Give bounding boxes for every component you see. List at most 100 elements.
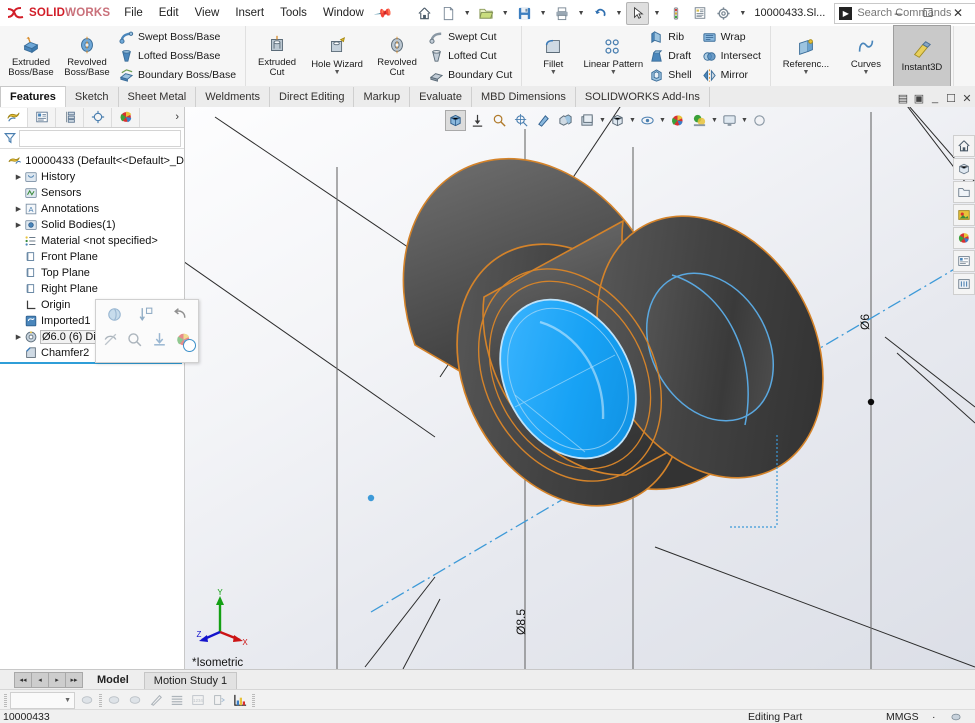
rebuild-icon[interactable] bbox=[664, 2, 687, 25]
rib-button[interactable]: Rib bbox=[647, 28, 695, 46]
section-view-icon[interactable] bbox=[511, 110, 532, 131]
bottom-tab-model[interactable]: Model bbox=[88, 672, 138, 688]
open-folder-icon[interactable] bbox=[475, 2, 498, 25]
display-style-icon[interactable] bbox=[555, 110, 576, 131]
tool-grip[interactable] bbox=[4, 693, 7, 707]
revolved-boss-base-button[interactable]: Revolved Boss/Base bbox=[59, 26, 115, 86]
dimxpert-manager-icon[interactable] bbox=[84, 107, 112, 127]
nav-last[interactable]: ▸▸ bbox=[65, 672, 83, 688]
draft-button[interactable]: Draft bbox=[647, 47, 695, 65]
configuration-manager-icon[interactable] bbox=[56, 107, 84, 127]
nav-next[interactable]: ▸ bbox=[48, 672, 66, 688]
appearance-icon[interactable] bbox=[106, 306, 123, 323]
extra-view-icon[interactable] bbox=[749, 110, 770, 131]
tool-grip-2[interactable] bbox=[99, 693, 102, 707]
select-arrow-icon[interactable] bbox=[626, 1, 650, 25]
minimize-button[interactable]: – bbox=[883, 6, 913, 20]
tree-filter-input[interactable] bbox=[19, 129, 181, 147]
instant3d-button[interactable]: Instant3D bbox=[892, 25, 951, 87]
view-settings-dropdown[interactable]: ▼ bbox=[741, 117, 748, 124]
fillet-dropdown[interactable]: ▼ bbox=[550, 69, 557, 76]
pin-icon[interactable]: 📌 bbox=[373, 3, 393, 23]
zoom-to-area-icon[interactable] bbox=[467, 110, 488, 131]
open-dropdown[interactable]: ▼ bbox=[499, 10, 512, 17]
units-settings-icon[interactable] bbox=[950, 711, 962, 723]
tree-root-part[interactable]: 10000433 (Default<<Default>_D bbox=[2, 153, 184, 169]
parent-child-icon[interactable] bbox=[151, 331, 168, 348]
tree-item-annotations[interactable]: ▶ A Annotations bbox=[2, 201, 184, 217]
menu-tools[interactable]: Tools bbox=[272, 4, 315, 22]
apply-scene-dropdown[interactable]: ▼ bbox=[711, 117, 718, 124]
hole-wizard-button[interactable]: Hole Wizard ▼ bbox=[305, 26, 369, 86]
select-dropdown[interactable]: ▼ bbox=[650, 10, 663, 17]
swept-cut-button[interactable]: Swept Cut bbox=[427, 28, 516, 46]
appearance-dropdown[interactable]: ▼ bbox=[10, 691, 75, 709]
tree-item-top-plane[interactable]: Top Plane bbox=[2, 265, 184, 281]
boundary-cut-button[interactable]: Boundary Cut bbox=[427, 66, 516, 84]
menu-view[interactable]: View bbox=[187, 4, 228, 22]
menu-insert[interactable]: Insert bbox=[227, 4, 272, 22]
expand-arrow[interactable]: ▶ bbox=[13, 221, 24, 229]
reference-geometry-dropdown[interactable]: ▼ bbox=[802, 69, 809, 76]
tile-panel-icon[interactable]: ▣ bbox=[911, 92, 927, 105]
expand-arrow[interactable]: ▶ bbox=[13, 333, 24, 341]
revolved-cut-button[interactable]: Revolved Cut bbox=[369, 26, 425, 86]
tree-item-material[interactable]: Material <not specified> bbox=[2, 233, 184, 249]
tree-item-front-plane[interactable]: Front Plane bbox=[2, 249, 184, 265]
zoom-to-fit-icon[interactable] bbox=[445, 109, 466, 131]
expand-arrow[interactable]: ▶ bbox=[13, 173, 24, 181]
maximize-button[interactable]: ☐ bbox=[913, 6, 943, 20]
custom-properties-icon[interactable] bbox=[953, 250, 975, 272]
material-icon[interactable] bbox=[126, 692, 144, 708]
mirror-button[interactable]: Mirror bbox=[700, 66, 765, 84]
sort-order-icon[interactable] bbox=[138, 306, 155, 323]
edit-appearance-icon[interactable] bbox=[667, 110, 688, 131]
display-list-icon[interactable] bbox=[168, 692, 186, 708]
curves-button[interactable]: Curves ▼ bbox=[838, 26, 894, 86]
render-tools-icon[interactable] bbox=[953, 204, 975, 226]
menu-edit[interactable]: Edit bbox=[151, 4, 187, 22]
reference-geometry-button[interactable]: Referenc... ▼ bbox=[774, 26, 838, 86]
nav-prev[interactable]: ◂ bbox=[31, 672, 49, 688]
notes-icon[interactable]: 1234 bbox=[189, 692, 207, 708]
menu-file[interactable]: File bbox=[116, 4, 151, 22]
tree-item-solid-bodies[interactable]: ▶ Solid Bodies(1) bbox=[2, 217, 184, 233]
extruded-boss-base-button[interactable]: Extruded Boss/Base bbox=[3, 26, 59, 86]
callout-handle[interactable] bbox=[183, 339, 196, 352]
tab-sketch[interactable]: Sketch bbox=[66, 87, 119, 107]
intersect-button[interactable]: Intersect bbox=[700, 47, 765, 65]
feature-manager-tree-icon[interactable] bbox=[0, 107, 28, 127]
view-cube-icon[interactable] bbox=[607, 110, 628, 131]
close-button[interactable]: ✕ bbox=[943, 6, 973, 20]
menu-window[interactable]: Window bbox=[315, 4, 372, 22]
shell-button[interactable]: Shell bbox=[647, 66, 695, 84]
linear-pattern-button[interactable]: Linear Pattern ▼ bbox=[581, 26, 645, 86]
hide-show-components-icon[interactable] bbox=[637, 110, 658, 131]
edit-appearance-icon[interactable] bbox=[78, 692, 96, 708]
hide-show-dropdown[interactable]: ▼ bbox=[599, 117, 606, 124]
extruded-cut-button[interactable]: Extruded Cut bbox=[249, 26, 305, 86]
section-properties-icon[interactable] bbox=[210, 692, 228, 708]
property-manager-icon[interactable] bbox=[28, 107, 56, 127]
hide-show-items-icon[interactable] bbox=[577, 110, 598, 131]
edit-sketch-icon[interactable] bbox=[147, 692, 165, 708]
graphics-close-icon[interactable]: ✕ bbox=[959, 92, 975, 105]
new-document-dropdown[interactable]: ▼ bbox=[461, 10, 474, 17]
boundary-boss-base-button[interactable]: Boundary Boss/Base bbox=[117, 66, 240, 84]
lofted-cut-button[interactable]: Lofted Cut bbox=[427, 47, 516, 65]
wrap-button[interactable]: Wrap bbox=[700, 28, 765, 46]
nav-first[interactable]: ◂◂ bbox=[14, 672, 32, 688]
linear-pattern-dropdown[interactable]: ▼ bbox=[610, 69, 617, 76]
print-dropdown[interactable]: ▼ bbox=[575, 10, 588, 17]
undo-icon[interactable] bbox=[589, 2, 612, 25]
tree-item-sensors[interactable]: Sensors bbox=[2, 185, 184, 201]
view-orientation-icon[interactable] bbox=[533, 110, 554, 131]
fillet-button[interactable]: Fillet ▼ bbox=[525, 26, 581, 86]
bottom-tab-motion-study[interactable]: Motion Study 1 bbox=[143, 671, 238, 689]
tree-item-right-plane[interactable]: Right Plane bbox=[2, 281, 184, 297]
display-manager-icon[interactable] bbox=[112, 107, 140, 127]
graphics-viewport[interactable]: Ø8.5 Ø6 Y X Z bbox=[185, 107, 975, 669]
search-scope-icon[interactable]: ▶ bbox=[839, 6, 853, 20]
apply-scene-icon[interactable] bbox=[689, 110, 710, 131]
expand-panel-arrow[interactable]: › bbox=[175, 111, 179, 123]
